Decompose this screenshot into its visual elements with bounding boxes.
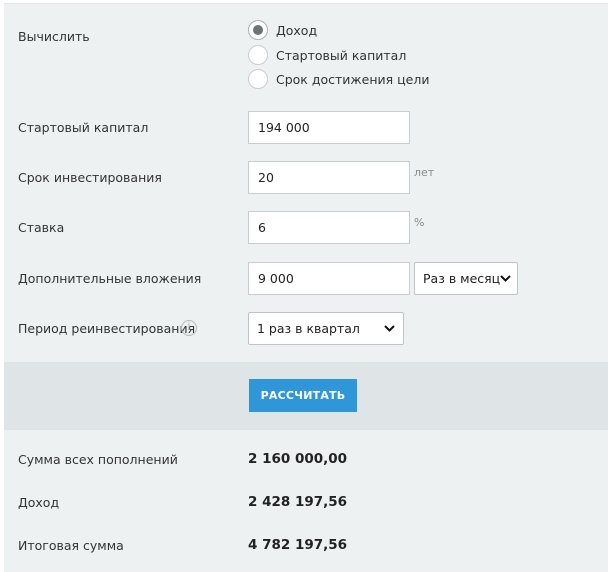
calculate-button[interactable]: РАССЧИТАТЬ bbox=[249, 379, 357, 412]
additional-input[interactable] bbox=[248, 262, 410, 295]
term-input[interactable] bbox=[248, 161, 410, 194]
chevron-down-icon bbox=[383, 325, 395, 333]
result-value-total: 4 782 197,56 bbox=[248, 537, 348, 553]
reinvest-select[interactable]: 1 раз в квартал bbox=[248, 312, 404, 345]
radio-starting-capital-label: Стартовый капитал bbox=[276, 47, 407, 63]
term-label: Срок инвестирования bbox=[18, 170, 162, 185]
result-label-contributions: Сумма всех пополнений bbox=[18, 452, 178, 467]
reinvest-select-value: 1 раз в квартал bbox=[257, 321, 360, 336]
result-value-contributions: 2 160 000,00 bbox=[248, 451, 348, 467]
radio-starting-capital[interactable]: Стартовый капитал bbox=[248, 45, 406, 65]
result-value-income: 2 428 197,56 bbox=[248, 494, 348, 510]
radio-unchecked-icon[interactable] bbox=[248, 69, 268, 89]
frequency-select[interactable]: Раз в месяц bbox=[414, 262, 518, 295]
chevron-down-icon bbox=[500, 275, 511, 283]
rate-input[interactable] bbox=[248, 211, 410, 244]
rate-unit: % bbox=[414, 216, 425, 229]
radio-checked-icon[interactable] bbox=[248, 20, 268, 40]
term-unit: лет bbox=[414, 166, 435, 179]
result-label-total: Итоговая сумма bbox=[18, 538, 124, 553]
starting-capital-input[interactable] bbox=[248, 111, 410, 144]
radio-unchecked-icon[interactable] bbox=[248, 45, 268, 65]
reinvest-label: Период реинвестирования bbox=[18, 321, 196, 336]
calculate-label: Вычислить bbox=[18, 29, 90, 44]
frequency-select-value: Раз в месяц bbox=[423, 271, 501, 286]
info-icon[interactable]: i bbox=[181, 320, 197, 336]
radio-goal-term-label: Срок достижения цели bbox=[276, 71, 430, 87]
additional-label: Дополнительные вложения bbox=[18, 271, 202, 286]
starting-capital-label: Стартовый капитал bbox=[18, 120, 149, 135]
radio-income[interactable]: Доход bbox=[248, 20, 317, 40]
result-label-income: Доход bbox=[18, 495, 60, 510]
radio-goal-term[interactable]: Срок достижения цели bbox=[248, 69, 429, 89]
rate-label: Ставка bbox=[18, 220, 65, 235]
radio-income-label: Доход bbox=[276, 22, 318, 38]
